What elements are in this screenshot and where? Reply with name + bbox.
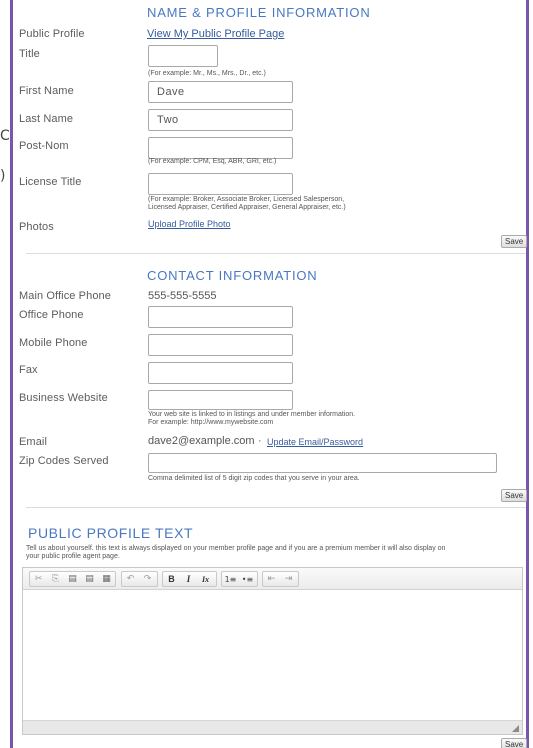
side-glyph-1: C [0,128,10,144]
title-hint: (For example: Mr., Ms., Mrs., Dr., etc.) [148,70,266,77]
clipboard-group: ✂ ⎘ ▤ ▤ ▦ [29,571,116,587]
title-field[interactable] [148,45,218,67]
copy-icon[interactable]: ⎘ [47,572,64,586]
name-section-heading: NAME & PROFILE INFORMATION [147,5,371,20]
numbered-list-icon[interactable]: 1≡ [222,572,239,586]
save-button-contact-section[interactable]: Save [501,489,528,502]
fax-label: Fax [19,364,38,376]
email-value: dave2@example.com [148,435,255,447]
list-group: 1≡ •≡ [221,571,258,587]
redo-icon[interactable]: ↷ [139,572,156,586]
zip-codes-label: Zip Codes Served [19,455,109,467]
office-phone-field[interactable] [148,306,293,328]
business-website-label: Business Website [19,392,108,404]
title-label: Title [19,48,40,60]
zip-codes-field[interactable] [148,453,497,473]
remove-format-icon[interactable]: Ix [197,572,214,586]
post-nom-field[interactable] [148,137,293,159]
bold-icon[interactable]: B [163,572,180,586]
outdent-icon[interactable]: ⇤ [263,572,280,586]
editor-toolbar: ✂ ⎘ ▤ ▤ ▦ ↶ ↷ B I Ix 1≡ •≡ ⇤ ⇥ [23,568,522,590]
indent-group: ⇤ ⇥ [262,571,299,587]
italic-icon[interactable]: I [180,572,197,586]
bulleted-list-icon[interactable]: •≡ [239,572,256,586]
resize-handle-icon[interactable] [512,725,519,732]
section-divider-1 [26,253,526,254]
last-name-field[interactable]: Two [148,109,293,131]
office-phone-label: Office Phone [19,309,84,321]
section-divider-2 [26,507,526,508]
mobile-phone-field[interactable] [148,334,293,356]
business-website-field[interactable] [148,390,293,410]
license-title-field[interactable] [148,173,293,195]
paste-word-icon[interactable]: ▦ [98,572,115,586]
cut-icon[interactable]: ✂ [30,572,47,586]
indent-icon[interactable]: ⇥ [280,572,297,586]
website-hint-2: For example: http://www.mywebsite.com [148,419,274,426]
editor-statusbar [23,720,522,734]
first-name-field[interactable]: Dave [148,81,293,103]
post-nom-hint: (For example: CPM, Esq, ABR, GRI, etc.) [148,158,277,165]
license-title-label: License Title [19,176,82,188]
public-profile-label: Public Profile [19,28,85,40]
first-name-label: First Name [19,85,74,97]
history-group: ↶ ↷ [121,571,158,587]
side-glyph-2: ) [0,168,6,184]
email-separator: · [258,435,262,447]
mobile-phone-label: Mobile Phone [19,337,88,349]
view-public-profile-link[interactable]: View My Public Profile Page [147,28,284,40]
photos-label: Photos [19,221,54,233]
format-group: B I Ix [162,571,217,587]
post-nom-label: Post-Nom [19,140,69,152]
undo-icon[interactable]: ↶ [122,572,139,586]
save-button-profile-text[interactable]: Save [501,738,528,748]
email-label: Email [19,436,48,448]
paste-text-icon[interactable]: ▤ [81,572,98,586]
save-button-name-section[interactable]: Save [501,235,528,248]
last-name-label: Last Name [19,113,74,125]
contact-section-heading: CONTACT INFORMATION [147,268,318,283]
license-title-hint-2: Licensed Appraiser, Certified Appraiser,… [148,204,346,211]
update-email-password-link[interactable]: Update Email/Password [267,437,363,447]
zip-codes-hint: Comma delimited list of 5 digit zip code… [148,475,360,482]
upload-profile-photo-link[interactable]: Upload Profile Photo [148,219,231,229]
paste-icon[interactable]: ▤ [64,572,81,586]
main-office-phone-label: Main Office Phone [19,290,111,302]
fax-field[interactable] [148,362,293,384]
profile-text-description-2: your public profile agent page. [26,553,120,560]
main-office-phone-value: 555-555-5555 [148,290,217,302]
profile-text-editor[interactable]: ✂ ⎘ ▤ ▤ ▦ ↶ ↷ B I Ix 1≡ •≡ ⇤ ⇥ [22,567,523,735]
profile-text-heading: PUBLIC PROFILE TEXT [28,525,194,541]
